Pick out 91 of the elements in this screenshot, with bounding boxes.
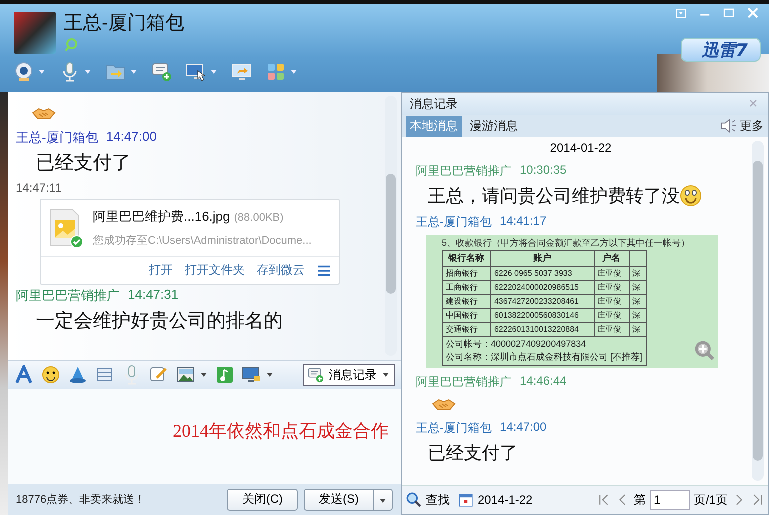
caret-icon: [379, 498, 387, 504]
table-cell: 深: [629, 308, 646, 322]
page-input-field[interactable]: 1: [650, 490, 690, 510]
file-name: 阿里巴巴维护费...16.jpg: [93, 208, 230, 226]
sender-name: 王总-厦门箱包: [416, 214, 492, 231]
file-action-link[interactable]: 存到微云: [257, 262, 305, 279]
message-time: 14:46:44: [520, 374, 567, 390]
message-time: 14:47:11: [16, 181, 62, 195]
page-label: 第: [634, 492, 646, 508]
table-cell: 庄亚俊: [594, 280, 630, 294]
file-action-link[interactable]: 打开: [149, 262, 173, 279]
scrollbar[interactable]: [385, 96, 397, 356]
chat-bubble-plus-icon: [308, 367, 324, 383]
sender-name: 阿里巴巴营销推广: [416, 163, 512, 180]
file-status: 您成功存至C:\Users\Administrator\Docume...: [93, 234, 312, 248]
scrollbar[interactable]: [752, 141, 764, 481]
speaker-icon[interactable]: [720, 117, 738, 135]
monitor-icon[interactable]: [242, 365, 262, 385]
status-icon: [64, 38, 78, 52]
column-header: 银行名称: [442, 250, 491, 266]
camera-icon[interactable]: [14, 62, 34, 82]
close-button[interactable]: 关闭(C): [227, 488, 298, 510]
monitor-arrow-icon[interactable]: [232, 62, 252, 82]
column-header: 账户: [490, 250, 594, 266]
chat-bubble-plus-icon[interactable]: [152, 62, 172, 82]
table-cell: 交通银行: [442, 322, 491, 336]
message-time: 14:47:00: [106, 129, 157, 146]
window-title: 王总-厦门箱包: [64, 12, 186, 36]
app-badge-button[interactable]: 迅雷7: [681, 38, 761, 62]
message-text: 已经支付了: [36, 152, 131, 176]
avatar-picture: [14, 12, 56, 54]
landscape-picture-icon[interactable]: [176, 365, 196, 385]
caret-icon[interactable]: [200, 372, 208, 378]
date-label: 2014-01-22: [550, 141, 612, 155]
table-cell: 深: [629, 322, 646, 336]
more-link[interactable]: 更多: [740, 118, 764, 134]
sender-name: 王总-厦门箱包: [16, 129, 98, 147]
send-options-button[interactable]: [374, 488, 393, 510]
table-cell: 建设银行: [442, 294, 491, 308]
monitor-pointer-icon[interactable]: [186, 62, 206, 82]
document-heading: 5、收款银行（甲方将合同金额汇款至乙方以下其中任一帐号）: [442, 237, 692, 250]
message-text: 已经支付了: [428, 442, 518, 465]
caret-icon: [382, 372, 390, 378]
table-cell: 4367427200233208461: [490, 294, 594, 308]
promo-text: 18776点券、非卖来就送！: [16, 492, 146, 507]
letter-a-icon[interactable]: [14, 365, 34, 385]
sender-name: 王总-厦门箱包: [416, 420, 492, 437]
table-cell: 工商银行: [442, 280, 491, 294]
table-cell: 庄亚俊: [594, 294, 630, 308]
table-cell: 6013822000560830146: [490, 308, 594, 322]
page-total: 页/1页: [694, 492, 728, 508]
image-file-icon: [49, 208, 85, 250]
app-grid-icon[interactable]: [266, 62, 286, 82]
panel-title: 消息记录: [410, 96, 458, 112]
message-time: 14:47:00: [500, 420, 547, 436]
table-cell: 庄亚俊: [594, 308, 630, 322]
search-icon: [406, 492, 422, 508]
table-cell: 6226 0965 5037 3933: [490, 266, 594, 280]
table-cell: 深: [629, 280, 646, 294]
tab[interactable]: 漫游消息: [466, 116, 522, 136]
file-size: (88.00KB): [234, 212, 284, 224]
smiley-icon[interactable]: [41, 365, 61, 385]
table-cell: 深: [629, 266, 646, 280]
message-time: 14:41:17: [500, 214, 547, 230]
calendar-icon: [458, 492, 474, 508]
zoom-in-icon[interactable]: [694, 340, 716, 362]
table-cell: 6222024000020986515: [490, 280, 594, 294]
music-note-icon[interactable]: [215, 365, 235, 385]
table-cell: 6222601310013220884: [490, 322, 594, 336]
message-input-field[interactable]: 2014年依然和点石成金合作: [8, 389, 401, 484]
document-text: 公司名称：深圳市点石成金科技有限公司 [不推荐]: [446, 351, 643, 364]
date-picker-button[interactable]: 2014-1-22: [458, 492, 533, 508]
table-cell: 庄亚俊: [594, 266, 630, 280]
caret-icon[interactable]: [266, 372, 274, 378]
table-cell: 深: [629, 294, 646, 308]
table-cell: 庄亚俊: [594, 322, 630, 336]
sender-name: 阿里巴巴营销推广: [16, 287, 120, 305]
message-time: 10:30:35: [520, 163, 567, 179]
file-action-link[interactable]: 打开文件夹: [185, 262, 245, 279]
send-button[interactable]: 发送(S): [304, 488, 374, 510]
sender-name: 阿里巴巴营销推广: [416, 374, 512, 391]
message-text: 王总，请问贵公司维护费转了没: [428, 185, 680, 208]
document-text: 公司帐号：4000027409200497834: [446, 338, 588, 351]
message-history-button[interactable]: 消息记录: [303, 364, 395, 386]
table-cell: 中国银行: [442, 308, 491, 322]
search-button[interactable]: 查找: [406, 492, 450, 508]
column-header: 户名: [594, 250, 630, 266]
message-text: 一定会维护好贵公司的排名的: [36, 310, 283, 334]
message-time: 14:47:31: [128, 287, 179, 304]
table-cell: 招商银行: [442, 266, 491, 280]
menu-icon[interactable]: [317, 264, 331, 276]
